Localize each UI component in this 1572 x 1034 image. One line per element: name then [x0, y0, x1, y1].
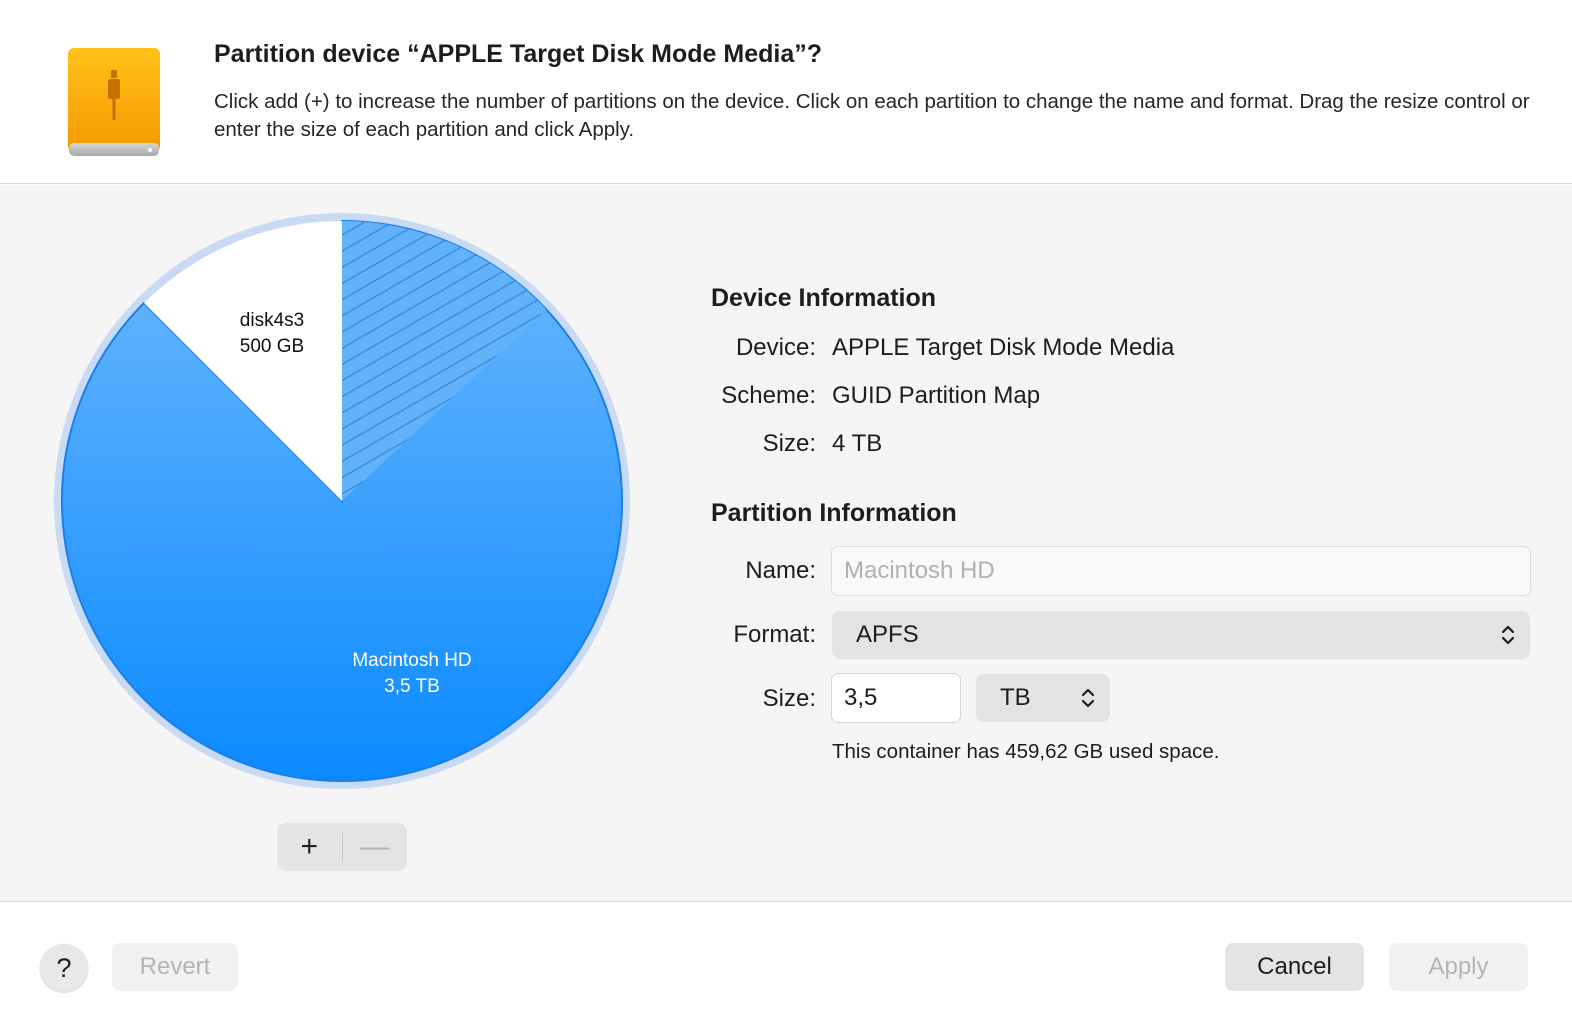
- size-unit-value: TB: [1000, 684, 1031, 711]
- remove-partition-button[interactable]: —: [343, 823, 408, 871]
- partition-label-disk4s3: disk4s3 500 GB: [202, 308, 342, 360]
- scheme-value: GUID Partition Map: [832, 382, 1041, 409]
- partition-pie-chart[interactable]: [50, 209, 634, 793]
- device-value: APPLE Target Disk Mode Media: [832, 334, 1175, 361]
- dialog-title: Partition device “APPLE Target Disk Mode…: [214, 40, 822, 68]
- add-remove-control: + —: [277, 823, 407, 871]
- format-select[interactable]: APFS: [832, 611, 1530, 659]
- dialog-footer: ? Revert Cancel Apply: [0, 903, 1572, 1034]
- partition-size: 3,5 TB: [384, 676, 440, 697]
- device-label: Device:: [735, 334, 816, 361]
- apply-button[interactable]: Apply: [1389, 943, 1528, 991]
- scheme-label: Scheme:: [721, 382, 816, 409]
- size-unit-select[interactable]: TB: [976, 674, 1110, 722]
- device-size-label: Size:: [762, 430, 816, 457]
- partition-size: 500 GB: [239, 336, 305, 357]
- format-select-value: APFS: [856, 621, 919, 648]
- partition-panel: disk4s3 500 GB Macintosh HD 3,5 TB + — D…: [0, 185, 1572, 902]
- partition-label-macintosh-hd: Macintosh HD 3,5 TB: [322, 648, 502, 700]
- used-space-note: This container has 459,62 GB used space.: [832, 740, 1220, 763]
- cancel-button[interactable]: Cancel: [1225, 943, 1364, 991]
- dialog-header: Partition device “APPLE Target Disk Mode…: [0, 0, 1572, 184]
- add-partition-button[interactable]: +: [277, 823, 342, 871]
- revert-button[interactable]: Revert: [112, 943, 238, 991]
- partition-name: Macintosh HD: [352, 650, 472, 671]
- dialog-description: Click add (+) to increase the number of …: [214, 90, 1530, 141]
- partition-size-label: Size:: [762, 685, 816, 712]
- external-drive-icon: [68, 48, 160, 156]
- partition-name: disk4s3: [239, 310, 305, 331]
- partition-name-input[interactable]: [831, 546, 1531, 596]
- device-info-heading: Device Information: [711, 284, 937, 312]
- format-label: Format:: [733, 621, 816, 648]
- device-size-value: 4 TB: [832, 430, 883, 457]
- help-button[interactable]: ?: [40, 944, 88, 992]
- chevron-up-down-icon: [1081, 688, 1095, 708]
- chevron-up-down-icon: [1501, 625, 1515, 645]
- partition-info-heading: Partition Information: [711, 499, 957, 527]
- name-label: Name:: [745, 557, 816, 584]
- partition-size-input[interactable]: [831, 673, 961, 723]
